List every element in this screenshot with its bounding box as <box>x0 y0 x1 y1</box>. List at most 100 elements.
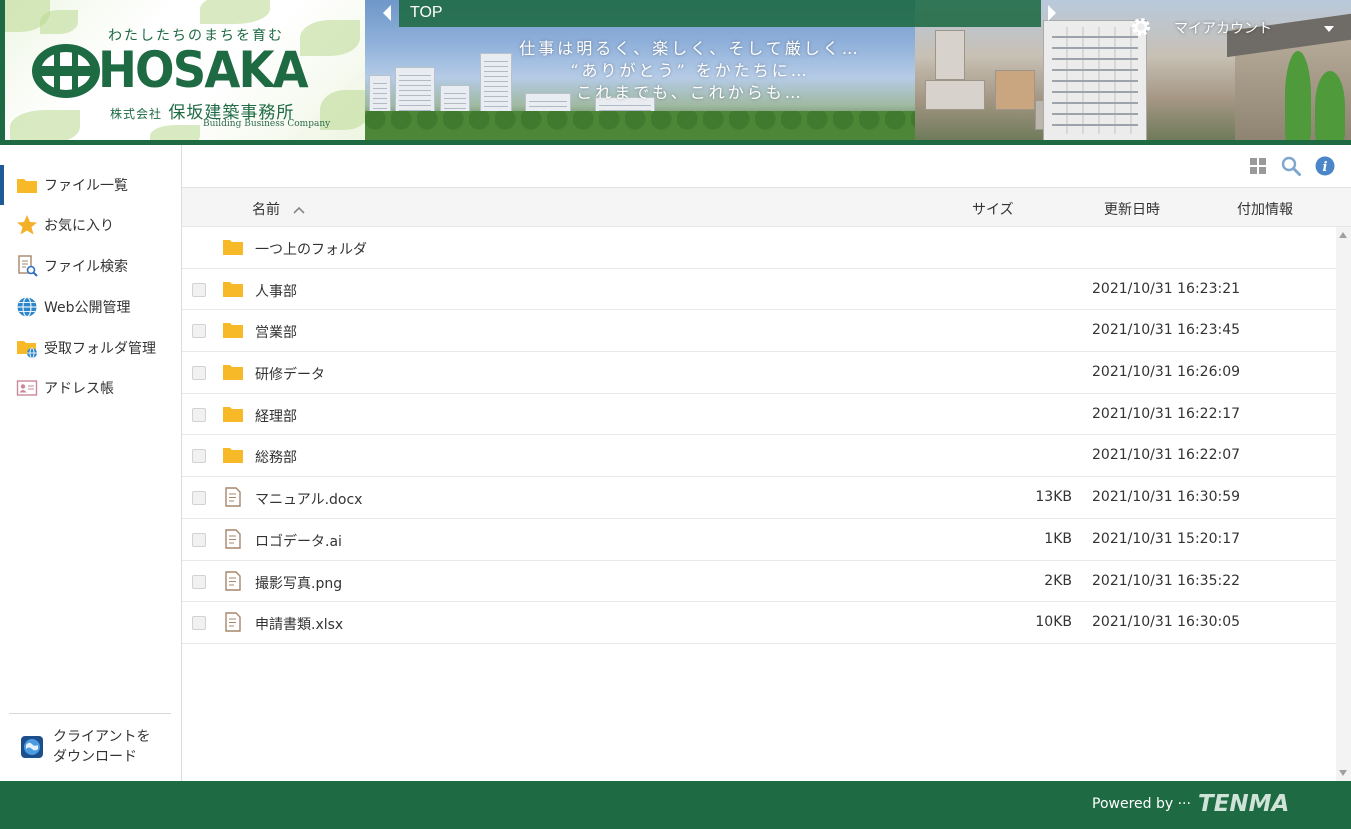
svg-text:i: i <box>1323 160 1328 175</box>
sidebar-item-label: Web公開管理 <box>44 300 131 316</box>
company-logo[interactable]: わたしたちのまちを育む HOSAKA 株式会社 保坂建築事務所 Building… <box>0 0 365 141</box>
file-updated: 2021/10/31 16:30:59 <box>1092 489 1241 506</box>
table-row[interactable]: 経理部 2021/10/31 16:22:17 <box>182 394 1336 436</box>
sidebar-item-label: アドレス帳 <box>44 381 114 397</box>
row-checkbox[interactable] <box>192 491 206 506</box>
table-row[interactable]: マニュアル.docx 13KB 2021/10/31 16:30:59 <box>182 477 1336 519</box>
row-checkbox[interactable] <box>192 282 206 297</box>
file-updated: 2021/10/31 16:23:21 <box>1092 280 1241 297</box>
toolbar: i <box>182 145 1351 187</box>
breadcrumb-bar <box>399 0 1041 27</box>
scroll-down-arrow-icon[interactable] <box>1339 770 1347 776</box>
scroll-up-arrow-icon[interactable] <box>1339 232 1347 238</box>
file-name: ロゴデータ.ai <box>255 533 342 550</box>
powered-by-text: Powered by <box>1092 796 1174 812</box>
sidebar-item-address-book[interactable]: アドレス帳 <box>0 368 181 408</box>
sidebar-item-file-search[interactable]: ファイル検索 <box>0 246 181 286</box>
sidebar-item-label: ファイル一覧 <box>44 178 128 194</box>
chevron-right-icon[interactable] <box>1045 4 1059 22</box>
file-size: 10KB <box>1035 614 1072 631</box>
table-row[interactable]: 研修データ 2021/10/31 16:26:09 <box>182 352 1336 394</box>
sidebar-item-label: 受取フォルダ管理 <box>44 341 156 357</box>
document-icon <box>225 529 241 549</box>
sidebar-divider <box>9 713 171 714</box>
row-checkbox[interactable] <box>192 574 206 589</box>
sidebar-item-file-list[interactable]: ファイル一覧 <box>0 165 181 205</box>
file-name: 人事部 <box>255 283 297 300</box>
receive-folder-icon <box>16 337 38 359</box>
document-icon <box>225 612 241 632</box>
banner-caption-line: これまでも、これからも… <box>576 83 804 102</box>
column-extra-info[interactable]: 付加情報 <box>1237 199 1293 219</box>
header: わたしたちのまちを育む HOSAKA 株式会社 保坂建築事務所 Building… <box>0 0 1351 145</box>
footer: Powered by ··· TENMA <box>0 781 1351 829</box>
table-row-parent-folder[interactable]: 一つ上のフォルダ <box>182 227 1336 269</box>
row-checkbox[interactable] <box>192 616 206 631</box>
table-row[interactable]: 総務部 2021/10/31 16:22:07 <box>182 435 1336 478</box>
file-name: 撮影写真.png <box>255 575 343 592</box>
table-row[interactable]: 人事部 2021/10/31 16:23:21 <box>182 269 1336 311</box>
sidebar-item-web-publish[interactable]: Web公開管理 <box>0 287 181 327</box>
folder-icon <box>223 365 243 381</box>
vertical-scrollbar[interactable] <box>1336 227 1351 781</box>
row-checkbox[interactable] <box>192 449 206 464</box>
file-name: マニュアル.docx <box>255 492 363 509</box>
row-checkbox[interactable] <box>192 407 206 422</box>
search-icon[interactable] <box>1281 156 1301 176</box>
column-size[interactable]: サイズ <box>972 199 1014 219</box>
star-icon <box>16 214 38 236</box>
folder-icon <box>223 240 243 255</box>
sidebar: ファイル一覧 お気に入り ファイル検索 Web公開管理 受取フォルダ管理 アドレ… <box>0 145 182 781</box>
file-updated: 2021/10/31 16:22:17 <box>1092 405 1241 422</box>
sidebar-item-receive-folder[interactable]: 受取フォルダ管理 <box>0 328 181 368</box>
file-updated: 2021/10/31 16:26:09 <box>1092 364 1241 381</box>
file-name: 総務部 <box>255 450 297 467</box>
gear-icon[interactable] <box>1131 17 1151 37</box>
row-checkbox[interactable] <box>192 324 206 339</box>
file-updated: 2021/10/31 16:35:22 <box>1092 572 1241 589</box>
address-book-icon <box>16 377 38 399</box>
chevron-down-icon[interactable] <box>1323 25 1335 33</box>
sidebar-item-favorites[interactable]: お気に入り <box>0 205 181 245</box>
breadcrumb-top[interactable]: TOP <box>410 4 443 22</box>
file-size: 2KB <box>1044 572 1072 589</box>
folder-icon <box>223 281 243 297</box>
folder-icon <box>16 174 38 196</box>
table-row[interactable]: 撮影写真.png 2KB 2021/10/31 16:35:22 <box>182 561 1336 603</box>
vendor-logo[interactable]: TENMA <box>1198 791 1289 817</box>
column-name[interactable]: 名前 <box>252 199 306 219</box>
file-search-icon <box>16 255 38 277</box>
brand-company-english: Building Business Company <box>203 119 331 129</box>
sidebar-item-label: ファイル検索 <box>44 259 128 275</box>
table-row[interactable]: ロゴデータ.ai 1KB 2021/10/31 15:20:17 <box>182 519 1336 561</box>
document-icon <box>225 570 241 591</box>
my-account-button[interactable]: マイアカウント <box>1174 18 1272 38</box>
table-row[interactable]: 営業部 2021/10/31 16:23:45 <box>182 310 1336 353</box>
row-checkbox[interactable] <box>192 532 206 547</box>
column-name-label: 名前 <box>252 202 280 218</box>
client-download-icon <box>21 736 43 758</box>
file-updated: 2021/10/31 16:22:07 <box>1092 447 1241 464</box>
client-download-line-2: ダウンロード <box>53 749 137 765</box>
file-updated: 2021/10/31 15:20:17 <box>1092 530 1241 547</box>
grid-view-icon[interactable] <box>1248 156 1268 176</box>
client-download-link[interactable]: クライアントを ダウンロード <box>20 725 170 769</box>
folder-icon <box>223 323 243 339</box>
table-row[interactable]: 申請書類.xlsx 10KB 2021/10/31 16:30:05 <box>182 602 1336 644</box>
logo-border <box>0 0 5 141</box>
row-checkbox[interactable] <box>192 366 206 381</box>
file-name: 研修データ <box>255 367 325 384</box>
globe-icon <box>16 296 38 318</box>
file-name: 一つ上のフォルダ <box>255 242 367 258</box>
column-updated[interactable]: 更新日時 <box>1104 199 1160 219</box>
file-name: 営業部 <box>255 325 297 342</box>
file-table: 一つ上のフォルダ 人事部 2021/10/31 16:23:21 営業部 202… <box>182 227 1336 644</box>
banner-caption-line: “ありがとう” をかたちに… <box>570 61 810 80</box>
file-name: 申請書類.xlsx <box>255 617 344 634</box>
brand-mark-icon <box>32 44 100 98</box>
info-icon[interactable]: i <box>1315 156 1335 176</box>
sidebar-item-label: お気に入り <box>44 218 114 234</box>
brand-name: HOSAKA <box>98 41 309 99</box>
client-download-label: クライアントを ダウンロード <box>53 727 150 767</box>
chevron-left-icon[interactable] <box>380 4 394 22</box>
